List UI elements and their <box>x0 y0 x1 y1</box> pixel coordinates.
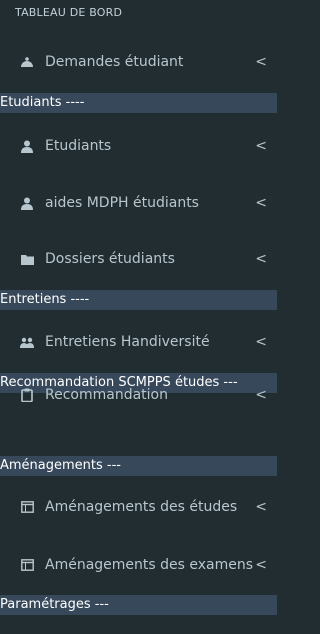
sidebar-item-label: Dossiers étudiants <box>45 251 175 267</box>
chevron-left-icon: < <box>255 387 267 403</box>
folder-icon <box>20 252 34 266</box>
section-parametrages: Paramétrages --- <box>0 595 277 615</box>
sidebar-item-amenagements-etudes[interactable]: Aménagements des études < <box>0 487 277 527</box>
sidebar-item-label: Etudiants <box>45 138 112 154</box>
sidebar-item-label: Aménagements des études <box>45 499 238 515</box>
sidebar-item-label: Demandes étudiant <box>45 54 184 70</box>
calendar-icon <box>20 500 34 514</box>
calendar-icon <box>20 558 34 572</box>
users-icon <box>20 335 34 349</box>
chevron-left-icon: < <box>255 54 267 70</box>
user-icon <box>20 196 34 210</box>
sidebar-item-demandes-etudiant[interactable]: Demandes étudiant < <box>0 42 277 82</box>
sidebar-item-entretiens-handiversite[interactable]: Entretiens Handiversité < <box>0 322 277 362</box>
section-entretiens: Entretiens ---- <box>0 290 277 310</box>
sidebar-item-label: Entretiens Handiversité <box>45 334 210 350</box>
sidebar-item-label: aides MDPH étudiants <box>45 195 199 211</box>
section-amenagements: Aménagements --- <box>0 456 277 476</box>
chevron-left-icon: < <box>255 499 267 515</box>
chevron-left-icon: < <box>255 557 267 573</box>
chevron-left-icon: < <box>255 195 267 211</box>
dashboard-icon <box>20 55 34 69</box>
sidebar-item-amenagements-examens[interactable]: Aménagements des examens < <box>0 545 277 585</box>
sidebar-item-etudiants[interactable]: Etudiants < <box>0 126 277 166</box>
section-etudiants: Etudiants ---- <box>0 93 277 113</box>
clipboard-icon <box>20 388 34 402</box>
sidebar-item-label: Recommandation <box>45 387 168 403</box>
sidebar-item-aides-mdph[interactable]: aides MDPH étudiants < <box>0 183 277 223</box>
sidebar-item-label: Aménagements des examens <box>45 557 254 573</box>
chevron-left-icon: < <box>255 251 267 267</box>
sidebar: TABLEAU DE BORD Demandes étudiant < Etud… <box>0 0 277 634</box>
chevron-left-icon: < <box>255 138 267 154</box>
sidebar-item-dossiers-etudiants[interactable]: Dossiers étudiants < <box>0 239 277 279</box>
user-icon <box>20 139 34 153</box>
chevron-left-icon: < <box>255 334 267 350</box>
sidebar-header: TABLEAU DE BORD <box>15 6 123 19</box>
sidebar-item-recommandation[interactable]: Recommandation < <box>0 375 277 415</box>
